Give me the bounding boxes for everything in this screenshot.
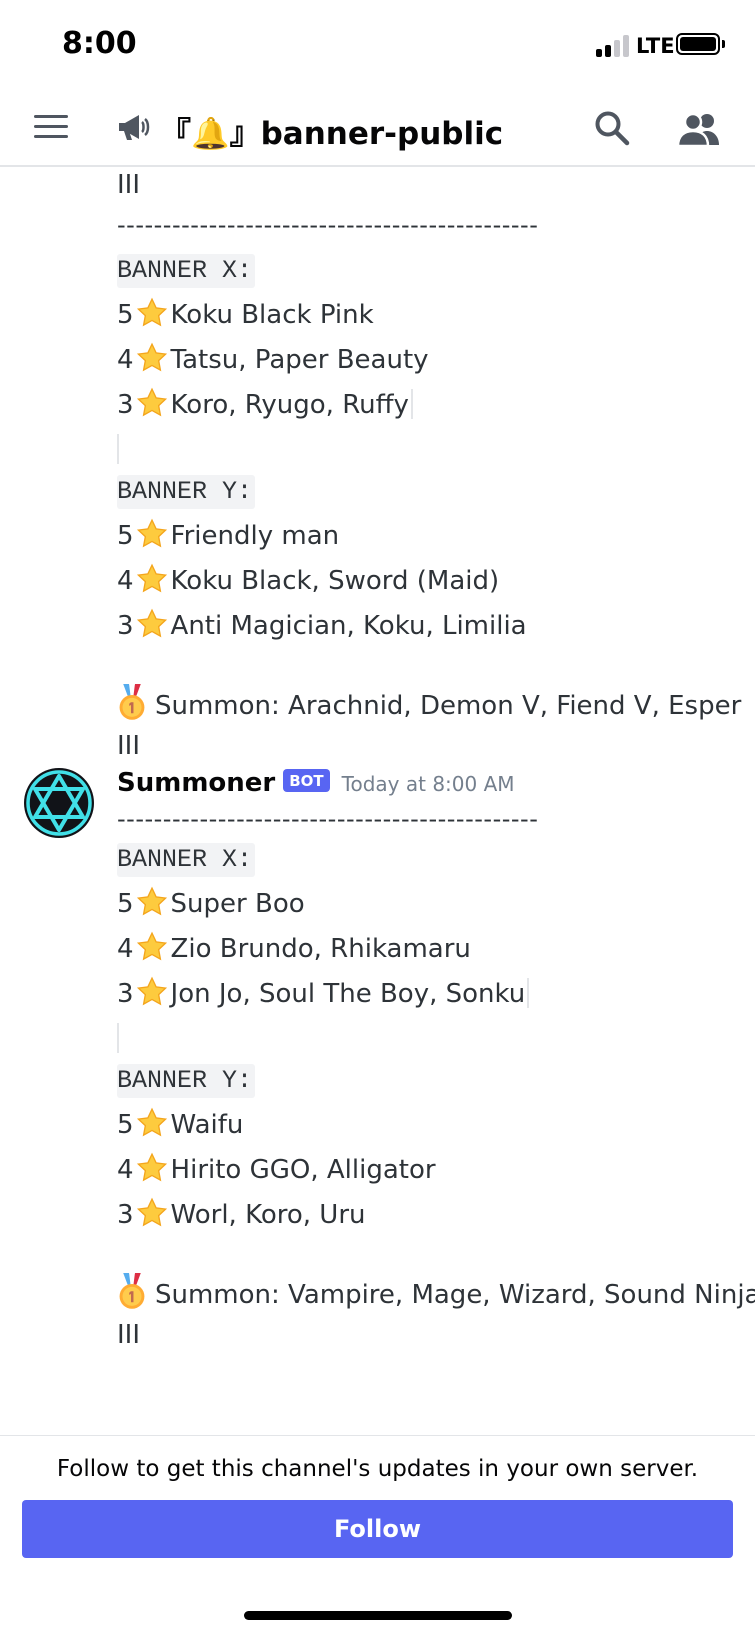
network-type: LTE [636, 34, 675, 58]
banner-row: 4 Zio Brundo, Rhikamaru [117, 927, 737, 972]
star-icon [135, 976, 169, 1008]
follow-prompt: Follow to get this channel's updates in … [56, 1456, 699, 1482]
message-content: III ------------------------------------… [117, 167, 741, 766]
message-content: ----------------------------------------… [117, 801, 755, 1355]
unit-names: Tatsu, Paper Beauty [170, 345, 429, 375]
code-block-edge [410, 389, 413, 419]
author-name[interactable]: Summoner [117, 768, 275, 798]
summon-text: Summon: Vampire, Mage, Wizard, Sound Nin… [155, 1280, 755, 1310]
bot-badge: BOT [283, 769, 330, 792]
star-icon [135, 563, 169, 595]
unit-names: Super Boo [170, 889, 305, 919]
follow-button[interactable]: Follow [22, 1500, 733, 1558]
banner-y-label-line: BANNER Y: [117, 469, 737, 514]
unit-names: Waifu [170, 1110, 244, 1140]
divider-line: ----------------------------------------… [117, 805, 539, 833]
status-bar: 8:00 LTE [0, 0, 755, 90]
star-icon [135, 1107, 169, 1139]
medal-icon [117, 1273, 147, 1311]
banner-row: 3 Worl, Koro, Uru [117, 1193, 737, 1238]
unit-names: Hirito GGO, Alligator [170, 1155, 436, 1185]
divider-line: ----------------------------------------… [117, 211, 539, 239]
rank: 4 [117, 345, 134, 375]
rank: 5 [117, 889, 134, 919]
summon-line: Summon: Arachnid, Demon V, Fiend V, Espe… [117, 684, 741, 726]
banner-x-label-line: BANNER X: [117, 248, 737, 293]
rank: 5 [117, 521, 134, 551]
channel-header: 『🔔』banner-public [0, 90, 755, 167]
code-block-edge [527, 978, 530, 1008]
summon-text: Summon: Arachnid, Demon V, Fiend V, Espe… [155, 691, 742, 721]
unit-names: Anti Magician, Koku, Limilia [170, 611, 527, 641]
banner-row: 4 Hirito GGO, Alligator [117, 1148, 737, 1193]
banner-y-label-line: BANNER Y: [117, 1058, 737, 1103]
star-icon [135, 1197, 169, 1229]
star-icon [135, 342, 169, 374]
banner-row: 5 Friendly man [117, 514, 737, 559]
rank: 5 [117, 300, 134, 330]
rank: 4 [117, 566, 134, 596]
banner-y-label: BANNER Y: [117, 1064, 256, 1098]
message-text-line: III [117, 170, 141, 200]
banner-y-label: BANNER Y: [117, 475, 256, 509]
rank: 4 [117, 1155, 134, 1185]
rank: 3 [117, 390, 134, 420]
battery-icon [676, 33, 720, 55]
unit-names: Jon Jo, Soul The Boy, Sonku [170, 979, 526, 1009]
rank: 4 [117, 934, 134, 964]
star-icon [135, 387, 169, 419]
unit-names: Koku Black, Sword (Maid) [170, 566, 500, 596]
summon-line-wrap: III [117, 731, 141, 761]
banner-x-label-line: BANNER X: [117, 837, 737, 882]
rank: 3 [117, 979, 134, 1009]
hamburger-menu-icon[interactable] [34, 114, 68, 140]
members-icon[interactable] [677, 112, 721, 146]
message-timestamp: Today at 8:00 AM [341, 772, 515, 796]
banner-x-label: BANNER X: [117, 254, 256, 288]
battery-cap [722, 40, 725, 48]
unit-names: Friendly man [170, 521, 340, 551]
star-icon [135, 931, 169, 963]
cellular-signal-icon [596, 35, 630, 57]
star-icon [135, 297, 169, 329]
unit-names: Worl, Koro, Uru [170, 1200, 366, 1230]
status-time: 8:00 [62, 26, 137, 61]
banner-row: 3 Koro, Ryugo, Ruffy [117, 383, 737, 428]
code-block-gap [117, 428, 737, 469]
banner-row: 3 Jon Jo, Soul The Boy, Sonku [117, 972, 737, 1017]
rank: 3 [117, 1200, 134, 1230]
rank: 3 [117, 611, 134, 641]
banner-row: 4 Tatsu, Paper Beauty [117, 338, 737, 383]
home-indicator[interactable] [244, 1611, 512, 1620]
banner-row: 5 Waifu [117, 1103, 737, 1148]
rank: 5 [117, 1110, 134, 1140]
star-icon [135, 518, 169, 550]
unit-names: Zio Brundo, Rhikamaru [170, 934, 471, 964]
banner-row: 3 Anti Magician, Koku, Limilia [117, 604, 737, 649]
channel-title: 『🔔』banner-public [160, 116, 504, 152]
unit-names: Koro, Ryugo, Ruffy [170, 390, 409, 420]
summon-line: Summon: Vampire, Mage, Wizard, Sound Nin… [117, 1273, 755, 1315]
search-icon[interactable] [594, 110, 630, 146]
banner-row: 4 Koku Black, Sword (Maid) [117, 559, 737, 604]
star-icon [135, 1152, 169, 1184]
banner-row: 5 Koku Black Pink [117, 293, 737, 338]
message-list[interactable]: III ------------------------------------… [0, 167, 755, 1435]
summon-line-wrap: III [117, 1320, 141, 1350]
code-block-gap [117, 1017, 737, 1058]
banner-row: 5 Super Boo [117, 882, 737, 927]
announcement-megaphone-icon [119, 115, 150, 140]
star-icon [135, 608, 169, 640]
hexagram-star-avatar-icon[interactable] [22, 766, 96, 840]
star-icon [135, 886, 169, 918]
medal-icon [117, 684, 147, 722]
follow-footer: Follow to get this channel's updates in … [0, 1435, 755, 1635]
unit-names: Koku Black Pink [170, 300, 374, 330]
banner-x-label: BANNER X: [117, 843, 256, 877]
